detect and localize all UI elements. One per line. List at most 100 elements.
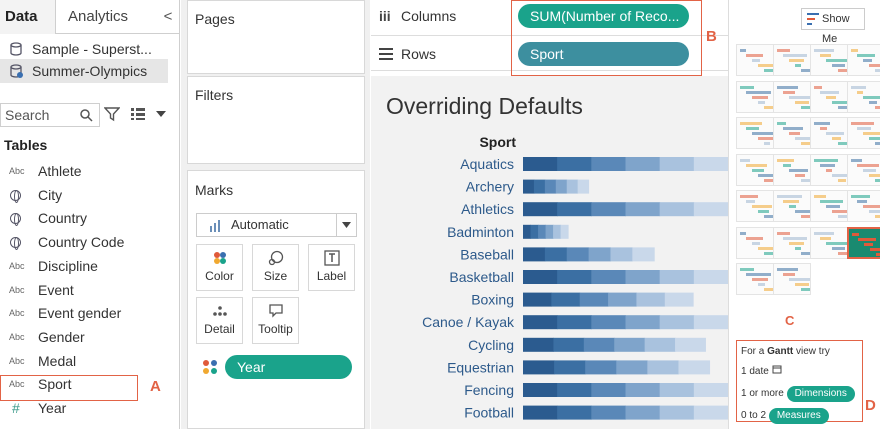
field-item[interactable]: Abc Gender (0, 326, 180, 350)
bar-segment[interactable] (693, 405, 728, 420)
collapse-pane-button[interactable]: < (156, 0, 180, 34)
bar-segment[interactable] (585, 360, 617, 375)
chart-type-gantt-icon[interactable] (847, 226, 880, 259)
bar-segment[interactable] (579, 292, 609, 307)
field-item[interactable]: Country (0, 207, 180, 231)
bar-segment[interactable] (625, 157, 661, 171)
bar-segment[interactable] (533, 179, 546, 194)
chart-type-text-table-icon[interactable] (736, 44, 774, 76)
field-item[interactable]: Abc Event gender (0, 302, 180, 326)
chart-type-circle-view-icon[interactable] (736, 153, 774, 186)
chart-type-highlight-table-icon[interactable] (810, 44, 848, 76)
chart-type-dual-combo-icon[interactable] (847, 190, 880, 222)
bar-segment[interactable] (659, 157, 695, 171)
chart-type-side-bar-2-icon[interactable] (810, 117, 848, 149)
bar-segment[interactable] (614, 337, 646, 352)
chart-type-line-icon[interactable] (810, 153, 848, 186)
bar-segment[interactable] (678, 360, 711, 375)
bar-segment[interactable] (557, 157, 592, 171)
bar-segment[interactable] (557, 405, 592, 420)
bar-segment[interactable] (636, 292, 666, 307)
bar-segment[interactable] (538, 224, 547, 239)
bar-segment[interactable] (591, 383, 626, 397)
tab-analytics[interactable]: Analytics (56, 0, 156, 34)
size-button[interactable]: Size (252, 244, 299, 291)
search-input[interactable]: Search (0, 103, 100, 127)
pages-card[interactable]: Pages (187, 0, 365, 74)
bar-segment[interactable] (693, 315, 728, 330)
chart-type-dual-line-icon[interactable] (736, 190, 774, 222)
bar-segment[interactable] (523, 360, 555, 375)
bar-segment[interactable] (591, 270, 626, 284)
label-button[interactable]: Label (308, 244, 355, 291)
bar-segment[interactable] (523, 157, 558, 171)
bar-segment[interactable] (659, 270, 695, 284)
bar-segment[interactable] (544, 247, 568, 262)
bar-segment[interactable] (693, 157, 728, 171)
mark-type-dropdown[interactable] (336, 214, 356, 236)
year-color-pill[interactable]: Year (225, 355, 352, 379)
bar-segment[interactable] (523, 292, 552, 307)
bar-segment[interactable] (632, 247, 655, 262)
field-item[interactable]: Country Code (0, 231, 180, 255)
show-me-button[interactable]: Show Me (801, 8, 865, 45)
filters-card[interactable]: Filters (187, 76, 365, 164)
bar-segment[interactable] (530, 224, 539, 239)
detail-button[interactable]: Detail (196, 297, 243, 344)
color-button[interactable]: Color (196, 244, 243, 291)
bar-segment[interactable] (523, 383, 558, 397)
bar-segment[interactable] (608, 292, 637, 307)
bar-segment[interactable] (544, 179, 557, 194)
bar-segment[interactable] (616, 360, 648, 375)
bar-segment[interactable] (693, 270, 728, 284)
chart-type-box-whisker-icon[interactable] (810, 226, 848, 259)
chart-type-side-bar-icon[interactable] (736, 117, 774, 149)
bar-segment[interactable] (523, 270, 558, 284)
field-item[interactable]: City (0, 184, 180, 208)
datasource-item-selected[interactable]: Summer-Olympics (0, 59, 168, 83)
bar-segment[interactable] (523, 224, 532, 239)
chart-type-stacked-bar-icon[interactable] (773, 117, 811, 149)
chevron-down-icon[interactable] (156, 111, 166, 117)
chart-type-histogram-icon[interactable] (773, 226, 811, 259)
chart-type-area-icon[interactable] (773, 190, 811, 222)
chart-type-area-disc-icon[interactable] (810, 190, 848, 222)
bar-segment[interactable] (625, 405, 661, 420)
chart-type-treemap-icon[interactable] (847, 117, 880, 149)
mark-type-select[interactable]: Automatic (196, 213, 357, 237)
chart-type-stacked-hbar-icon[interactable] (847, 80, 880, 113)
chart-type-bullet-icon[interactable] (736, 263, 774, 295)
chart-type-pie-icon[interactable] (773, 80, 811, 113)
bar-segment[interactable] (566, 179, 579, 194)
bar-segment[interactable] (566, 247, 590, 262)
stacked-bar-chart[interactable]: Aquatics Archery Athletics Badminton Basebal… (371, 150, 728, 429)
bar-segment[interactable] (523, 202, 558, 217)
bar-segment[interactable] (557, 383, 592, 397)
field-item[interactable]: Abc Athlete (0, 160, 180, 184)
bar-segment[interactable] (523, 337, 554, 352)
chart-type-heat-map-icon[interactable] (773, 44, 811, 76)
bar-segment[interactable] (523, 179, 535, 194)
bar-segment[interactable] (625, 270, 661, 284)
bar-segment[interactable] (577, 179, 590, 194)
chart-type-line-disc-icon[interactable] (847, 153, 880, 186)
bar-segment[interactable] (557, 270, 592, 284)
bar-segment[interactable] (555, 179, 568, 194)
bar-segment[interactable] (583, 337, 615, 352)
bar-segment[interactable] (625, 202, 661, 217)
bar-segment[interactable] (551, 292, 581, 307)
bar-segment[interactable] (644, 337, 676, 352)
bar-segment[interactable] (560, 224, 569, 239)
view-toggle-icon[interactable] (130, 107, 146, 121)
bar-segment[interactable] (591, 405, 626, 420)
datasource-item[interactable]: Sample - Superst... (0, 37, 168, 61)
bar-segment[interactable] (523, 315, 558, 330)
bar-segment[interactable] (693, 383, 728, 397)
bar-segment[interactable] (588, 247, 611, 262)
worksheet-view[interactable]: Overriding Defaults Sport Aquatics Archer… (371, 76, 728, 429)
bar-segment[interactable] (659, 383, 695, 397)
field-item[interactable]: Abc Discipline (0, 255, 180, 279)
bar-segment[interactable] (659, 202, 695, 217)
bar-segment[interactable] (675, 337, 706, 352)
bar-segment[interactable] (523, 247, 546, 262)
